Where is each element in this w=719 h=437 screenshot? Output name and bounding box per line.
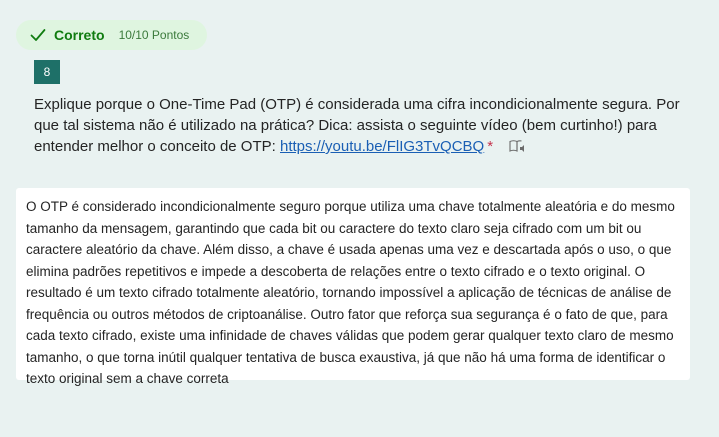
- result-badge: Correto 10/10 Pontos: [16, 20, 207, 50]
- answer-text: O OTP é considerado incondicionalmente s…: [26, 199, 675, 386]
- video-link[interactable]: https://youtu.be/FlIG3TvQCBQ: [280, 138, 484, 155]
- question-number: 8: [34, 60, 60, 84]
- result-points: 10/10 Pontos: [118, 28, 190, 42]
- immersive-reader-icon[interactable]: [509, 138, 527, 153]
- result-status-label: Correto: [54, 27, 105, 43]
- checkmark-icon: [30, 27, 48, 43]
- answer-box[interactable]: O OTP é considerado incondicionalmente s…: [16, 188, 690, 386]
- required-marker: *: [487, 138, 494, 155]
- question-text-block: Explique porque o One-Time Pad (OTP) é c…: [34, 94, 684, 157]
